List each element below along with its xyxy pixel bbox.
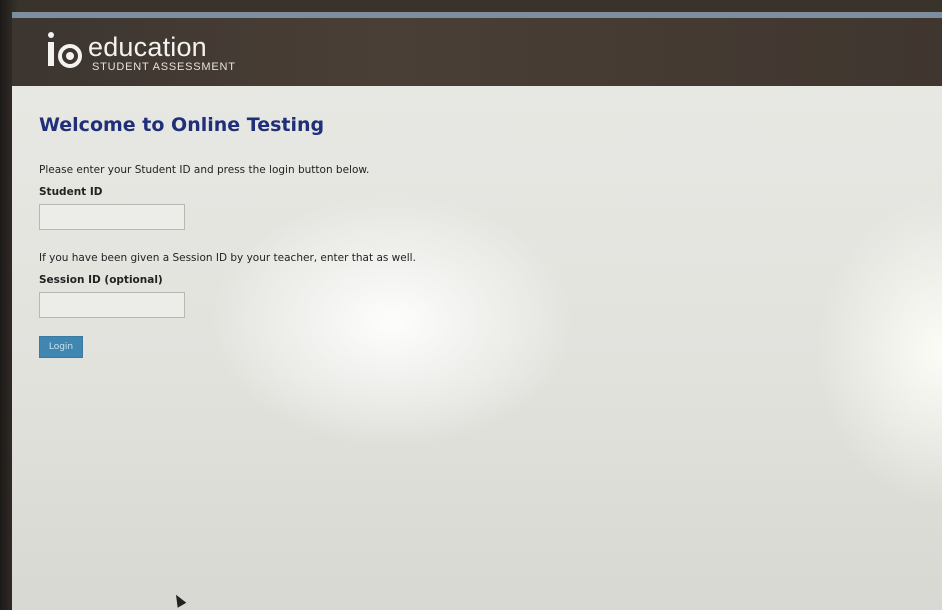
session-id-label: Session ID (optional) xyxy=(39,274,163,286)
login-button[interactable]: Login xyxy=(39,336,83,358)
brand-subtitle: STUDENT ASSESSMENT xyxy=(92,61,236,73)
io-logo-icon xyxy=(44,32,84,68)
site-logo[interactable]: education STUDENT ASSESSMENT xyxy=(44,32,236,73)
logo-text: education STUDENT ASSESSMENT xyxy=(88,32,236,73)
session-id-input[interactable] xyxy=(39,292,185,318)
session-id-instruction: If you have been given a Session ID by y… xyxy=(39,252,416,264)
student-id-input[interactable] xyxy=(39,204,185,230)
mouse-cursor-icon xyxy=(171,592,187,608)
page-title: Welcome to Online Testing xyxy=(39,114,325,136)
screen: education STUDENT ASSESSMENT Welcome to … xyxy=(12,12,942,610)
student-id-instruction: Please enter your Student ID and press t… xyxy=(39,164,370,176)
student-id-label: Student ID xyxy=(39,186,103,198)
site-header: education STUDENT ASSESSMENT xyxy=(12,18,942,86)
brand-name: education xyxy=(88,32,207,62)
login-form: Welcome to Online Testing Please enter y… xyxy=(39,114,919,358)
